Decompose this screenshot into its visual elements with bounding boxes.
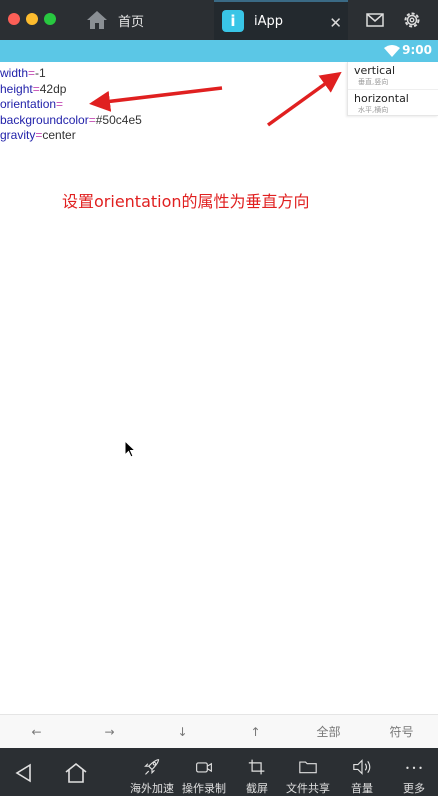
suggestion-subtitle: 垂直,竖向 (358, 78, 389, 86)
mail-icon[interactable] (365, 10, 385, 30)
suggestion-vertical[interactable]: vertical 垂直,竖向 (348, 62, 438, 89)
code-key: orientation (0, 97, 57, 111)
code-line: backgroundcolor=#50c4e5 (0, 113, 142, 129)
home-icon (87, 11, 107, 29)
key-symbols[interactable]: 符号 (365, 715, 438, 748)
code-line: gravity=center (0, 128, 142, 144)
shortcut-key-row: ← → ↓ ↑ 全部 符号 (0, 714, 438, 748)
suggestion-horizontal[interactable]: horizontal 水平,横向 (348, 89, 438, 116)
code-editor[interactable]: width=-1 height=42dp orientation= backgr… (0, 66, 142, 144)
code-equals: = (28, 66, 36, 80)
tab-home[interactable]: 首页 (72, 0, 212, 40)
key-up[interactable]: ↑ (219, 715, 292, 748)
emulator-toolbar: 海外加速 操作录制 截屏 文件共享 音量 更多 (0, 748, 438, 796)
code-key: gravity (0, 128, 36, 142)
code-key: backgroundcolor (0, 112, 89, 127)
suggestion-subtitle: 水平,横向 (358, 106, 389, 114)
key-right[interactable]: → (73, 715, 146, 748)
code-value: #50c4e5 (95, 112, 142, 127)
gear-icon[interactable] (402, 10, 422, 30)
file-share-label: 文件共享 (286, 782, 330, 795)
home-outline-icon (65, 762, 87, 783)
folder-icon (299, 761, 317, 774)
home-button[interactable] (63, 748, 89, 796)
overseas-accelerate-button[interactable]: 海外加速 (130, 748, 174, 796)
volume-button[interactable]: 音量 (349, 748, 375, 796)
key-down[interactable]: ↓ (146, 715, 219, 748)
screenshot-button[interactable]: 截屏 (245, 748, 269, 796)
back-button[interactable] (14, 748, 34, 796)
code-equals: = (88, 112, 96, 127)
code-value: 42dp (39, 81, 67, 96)
suggestion-popup: vertical 垂直,竖向 horizontal 水平,横向 (347, 62, 438, 116)
code-key: height (0, 81, 33, 96)
suggestion-title: vertical (354, 64, 396, 77)
annotation-text: 设置orientation的属性为垂直方向 (62, 192, 310, 211)
close-window-button[interactable] (8, 13, 20, 25)
back-icon (15, 763, 31, 783)
code-key: width (0, 66, 29, 80)
code-value: center (42, 128, 76, 142)
more-button[interactable]: 更多 (402, 748, 426, 796)
tab-home-label: 首页 (118, 14, 145, 30)
more-dots-icon (406, 766, 422, 769)
android-status-bar: 9:00 (0, 40, 438, 62)
speaker-icon (353, 759, 371, 775)
code-line: height=42dp (0, 82, 142, 98)
key-left[interactable]: ← (0, 715, 73, 748)
volume-label: 音量 (351, 782, 373, 795)
arrow-to-suggestion (266, 71, 342, 127)
suggestion-title: horizontal (354, 92, 409, 105)
tab-iapp-label: iApp (254, 13, 284, 29)
record-operation-label: 操作录制 (182, 782, 226, 795)
wifi-icon (384, 45, 400, 57)
rocket-icon (144, 759, 160, 775)
record-operation-button[interactable]: 操作录制 (182, 748, 226, 796)
more-label: 更多 (403, 782, 425, 795)
close-icon[interactable]: ✕ (329, 14, 342, 32)
maximize-window-button[interactable] (44, 13, 56, 25)
file-share-button[interactable]: 文件共享 (286, 748, 330, 796)
minimize-window-button[interactable] (26, 13, 38, 25)
tab-iapp[interactable]: i iApp ✕ (214, 0, 348, 40)
code-equals: = (32, 81, 40, 96)
status-time: 9:00 (402, 43, 432, 57)
overseas-accelerate-label: 海外加速 (130, 782, 174, 795)
crop-icon (248, 759, 265, 775)
code-value: -1 (35, 66, 46, 80)
iapp-icon: i (222, 10, 244, 32)
key-select-all[interactable]: 全部 (292, 715, 365, 748)
code-line: width=-1 (0, 66, 142, 82)
emulator-window: 首页 i iApp ✕ 9:00 width=-1 height=42dp or… (0, 0, 438, 796)
mouse-cursor-icon (124, 440, 136, 458)
title-bar: 首页 i iApp ✕ (0, 0, 438, 40)
code-line: orientation= (0, 97, 142, 113)
video-camera-icon (196, 762, 212, 773)
screenshot-label: 截屏 (246, 782, 268, 795)
code-equals: = (56, 97, 64, 111)
